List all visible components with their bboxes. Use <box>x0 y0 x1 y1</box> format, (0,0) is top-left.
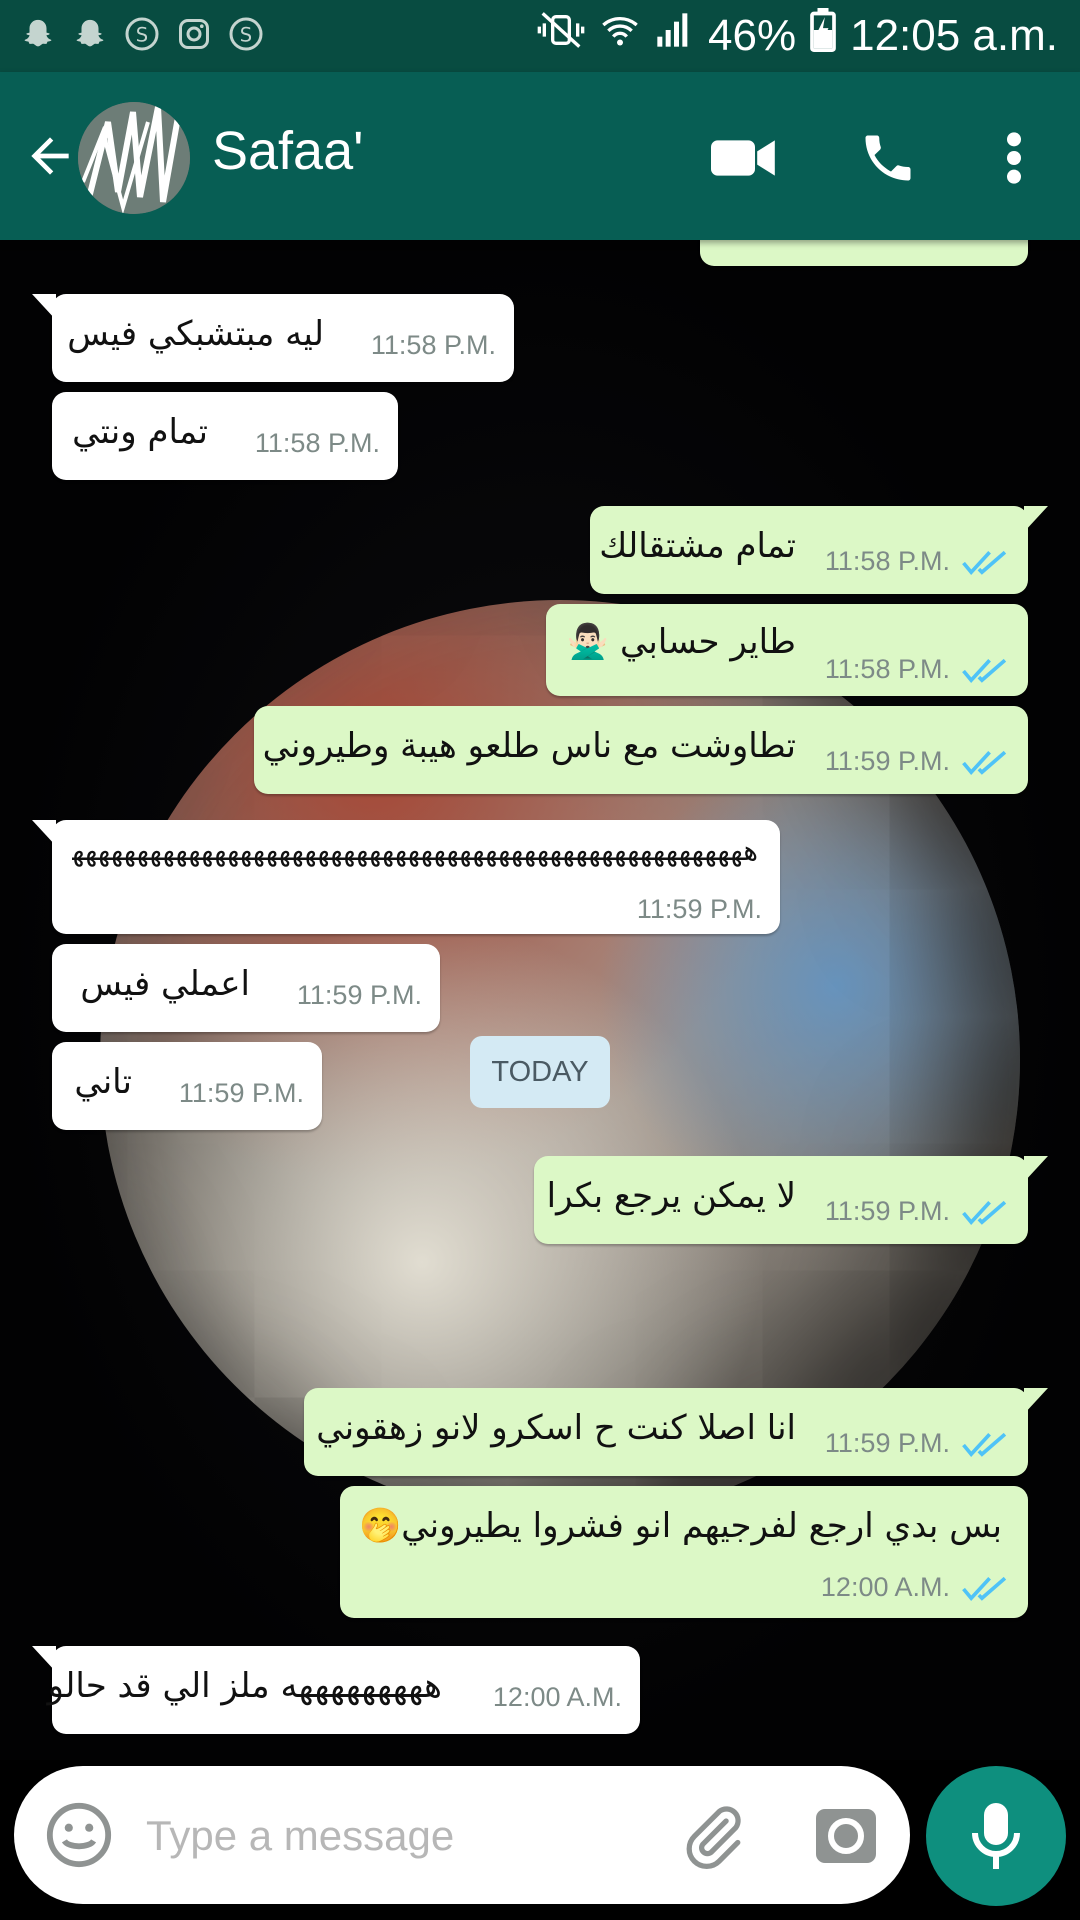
message-text: لا يمكن يرجع بكرا <box>546 1176 796 1216</box>
arrow-left-icon <box>31 137 69 175</box>
message-text: هههههههههههههههههههههههههههههههههههههههه… <box>72 834 758 867</box>
message-time: 11:59 P.M. <box>636 894 762 924</box>
message-time: 11:59 P.M. <box>824 1196 950 1226</box>
snapchat-icon <box>18 14 58 54</box>
message-text: بس بدي ارجع لفرجيهم انو فشروا يطيروني🤭 <box>358 1506 1002 1546</box>
message-time: 11:59 P.M. <box>824 1428 950 1458</box>
read-ticks-icon <box>962 658 1007 683</box>
message-time: 11:58 P.M. <box>254 428 380 458</box>
read-ticks-icon <box>962 1200 1007 1225</box>
svg-text:S: S <box>240 24 252 47</box>
message-input[interactable] <box>144 1802 668 1870</box>
message-time: 11:59 P.M. <box>296 980 422 1010</box>
read-ticks-icon <box>962 550 1007 575</box>
avatar[interactable] <box>78 102 190 214</box>
date-separator: TODAY <box>470 1036 610 1108</box>
message-time: 11:58 P.M. <box>824 654 950 684</box>
camera-button[interactable] <box>810 1800 882 1872</box>
message-text: اعملي فيس <box>80 964 250 1004</box>
more-options-icon <box>1007 132 1021 184</box>
clock: 12:05 a.m. <box>850 10 1058 60</box>
wifi-icon <box>600 10 640 61</box>
skype-icon: S <box>226 14 266 54</box>
message-text: هههههههههه ملز الي قد حالو <box>47 1666 442 1706</box>
message-text: ليه مبتشبكي فيس <box>67 314 324 354</box>
message-bubble-incoming[interactable]: اعملي فيس 11:59 P.M. <box>52 944 440 1032</box>
chat-area[interactable]: ليه مبتشبكي فيس 11:58 P.M. تمام ونتي 11:… <box>0 240 1080 1760</box>
message-text: تاني <box>74 1062 132 1102</box>
message-time: 11:58 P.M. <box>824 546 950 576</box>
read-ticks-icon <box>962 1576 1007 1601</box>
message-bubble-outgoing[interactable]: بس بدي ارجع لفرجيهم انو فشروا يطيروني🤭 1… <box>340 1486 1028 1618</box>
message-text: تمام ونتي <box>72 412 208 452</box>
battery-charging-icon <box>810 8 836 63</box>
voice-message-button[interactable] <box>926 1766 1066 1906</box>
back-button[interactable] <box>22 128 78 184</box>
svg-text:S: S <box>136 24 148 47</box>
notification-icons: S S <box>18 14 266 54</box>
microphone-icon <box>972 1803 1020 1869</box>
camera-icon <box>816 1809 876 1863</box>
contact-name[interactable]: Safaa' <box>212 120 363 182</box>
voice-call-button[interactable] <box>848 118 928 198</box>
message-bubble-cut <box>700 240 1028 266</box>
message-bubble-incoming[interactable]: ليه مبتشبكي فيس 11:58 P.M. <box>32 294 514 382</box>
message-bubble-incoming[interactable]: هههههههههه ملز الي قد حالو 12:00 A.M. <box>32 1646 640 1734</box>
battery-percent: 46% <box>708 10 797 60</box>
message-time: 11:58 P.M. <box>370 330 496 360</box>
message-bubble-outgoing[interactable]: تمام مشتقالك 11:58 P.M. <box>590 506 1048 594</box>
skype-icon: S <box>122 14 162 54</box>
emoji-button[interactable] <box>44 1800 114 1870</box>
video-call-icon <box>711 140 775 176</box>
status-indicators: 46% 12:05 a.m. <box>536 8 1058 63</box>
status-bar: S S 46% 12:05 a.m. <box>0 0 1080 72</box>
message-time: 12:00 A.M. <box>820 1572 950 1602</box>
message-time: 11:59 P.M. <box>178 1078 304 1108</box>
instagram-icon <box>174 14 214 54</box>
message-bubble-incoming[interactable]: تاني 11:59 P.M. <box>52 1042 322 1130</box>
message-bubble-outgoing[interactable]: تطاوشت مع ناس طلعو هيبة وطيروني 11:59 P.… <box>254 706 1028 794</box>
more-options-button[interactable] <box>974 118 1054 198</box>
voice-call-icon <box>865 135 911 181</box>
signal-icon <box>654 10 694 61</box>
message-bubble-incoming[interactable]: هههههههههههههههههههههههههههههههههههههههه… <box>32 820 780 934</box>
chat-header: Safaa' <box>0 72 1080 240</box>
read-ticks-icon <box>962 750 1007 775</box>
scribble-overlay <box>78 102 190 214</box>
message-text: انا اصلا كنت ح اسكرو لانو زهقوني <box>316 1408 796 1448</box>
smiley-icon <box>46 1802 112 1868</box>
snapchat-icon <box>70 14 110 54</box>
message-text: تمام مشتقالك <box>599 526 796 566</box>
message-text: طاير حسابي 🙅🏻‍♂️ <box>566 622 796 662</box>
message-composer <box>14 1766 910 1904</box>
paperclip-icon <box>686 1806 741 1869</box>
mute-vibrate-icon <box>536 10 586 61</box>
attach-button[interactable] <box>678 1802 748 1872</box>
message-time: 11:59 P.M. <box>824 746 950 776</box>
message-text: تطاوشت مع ناس طلعو هيبة وطيروني <box>262 726 796 766</box>
message-bubble-outgoing[interactable]: انا اصلا كنت ح اسكرو لانو زهقوني 11:59 P… <box>304 1388 1048 1476</box>
message-time: 12:00 A.M. <box>492 1682 622 1712</box>
message-bubble-incoming[interactable]: تمام ونتي 11:58 P.M. <box>52 392 398 480</box>
message-bubble-outgoing[interactable]: لا يمكن يرجع بكرا 11:59 P.M. <box>534 1156 1048 1244</box>
video-call-button[interactable] <box>704 118 784 198</box>
message-bubble-outgoing[interactable]: طاير حسابي 🙅🏻‍♂️ 11:58 P.M. <box>546 604 1028 696</box>
read-ticks-icon <box>962 1432 1007 1457</box>
